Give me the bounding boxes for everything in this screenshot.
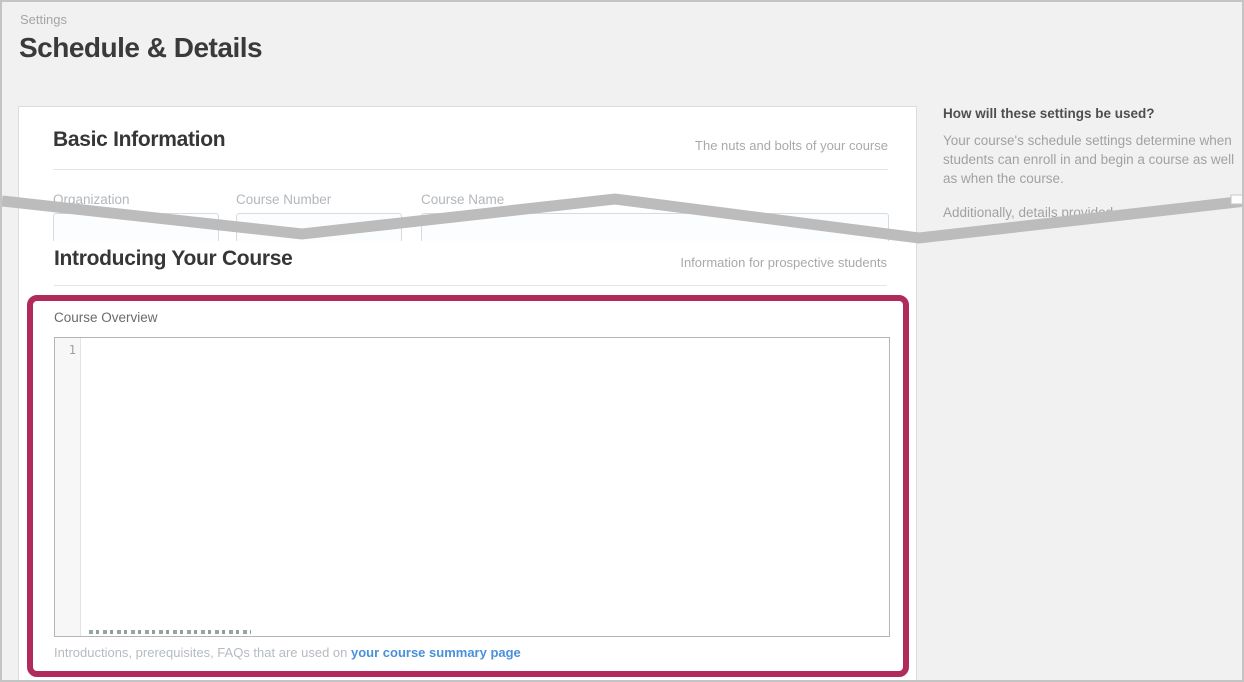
- overview-caption: Introductions, prerequisites, FAQs that …: [54, 645, 521, 660]
- organization-label: Organization: [53, 192, 130, 207]
- schedule-details-page: Settings Schedule & Details Basic Inform…: [0, 0, 1244, 682]
- introducing-section: Introducing Your Course Information for …: [20, 241, 915, 682]
- divider: [53, 169, 888, 170]
- introducing-course-heading: Introducing Your Course: [54, 247, 293, 271]
- course-number-label: Course Number: [236, 192, 331, 207]
- clipped-text-artifact: [89, 630, 251, 634]
- course-overview-editor: 1: [54, 337, 890, 637]
- page-title: Schedule & Details: [19, 32, 262, 64]
- breadcrumb: Settings: [20, 12, 67, 27]
- editor-text-area[interactable]: [81, 338, 889, 636]
- course-summary-page-link[interactable]: your course summary page: [351, 645, 521, 660]
- introducing-course-subtitle: Information for prospective students: [680, 255, 887, 270]
- course-name-label: Course Name: [421, 192, 504, 207]
- course-overview-label: Course Overview: [54, 310, 158, 325]
- line-number: 1: [69, 343, 76, 357]
- editor-line-number-gutter: 1: [55, 338, 81, 636]
- sidebar-help-paragraph: Your course's schedule settings determin…: [943, 131, 1239, 188]
- caption-text: Introductions, prerequisites, FAQs that …: [54, 645, 351, 660]
- sidebar-help-heading: How will these settings be used?: [943, 106, 1235, 121]
- sidebar-help-paragraph: Additionally, details provided: [943, 203, 1239, 222]
- divider: [54, 285, 887, 286]
- settings-panel: Basic Information The nuts and bolts of …: [18, 106, 917, 682]
- basic-information-subtitle: The nuts and bolts of your course: [695, 138, 888, 153]
- basic-information-heading: Basic Information: [53, 128, 225, 152]
